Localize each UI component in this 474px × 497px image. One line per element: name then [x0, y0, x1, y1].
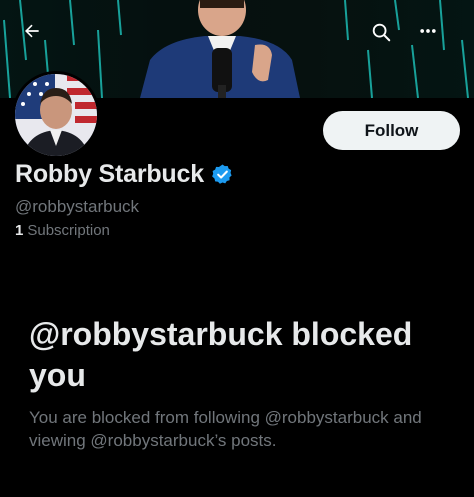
blocked-title: @robbystarbuck blocked you: [29, 316, 413, 393]
display-name: Robby Starbuck: [15, 160, 204, 188]
verified-badge-icon[interactable]: [211, 163, 234, 186]
blocked-description: You are blocked from following @robbysta…: [29, 408, 422, 450]
subscription-count: 1: [15, 222, 24, 239]
name-row: Robby Starbuck: [15, 160, 234, 189]
search-button[interactable]: [370, 21, 404, 55]
more-horizontal-icon: [420, 29, 436, 33]
avatar[interactable]: [12, 71, 100, 159]
follow-button[interactable]: Follow: [323, 111, 460, 150]
arrow-left-icon: [25, 24, 39, 38]
avatar-image: [15, 74, 97, 156]
profile-page: Follow Robby Starbuck @robbystarbuck 1 Su…: [0, 0, 474, 497]
search-icon: [372, 23, 391, 42]
profile-handle: @robbystarbuck: [15, 197, 140, 216]
subscription-link[interactable]: 1 Subscription: [15, 222, 110, 239]
subscription-label: Subscription: [27, 222, 110, 239]
back-button[interactable]: [22, 21, 56, 55]
more-button[interactable]: [418, 21, 452, 55]
